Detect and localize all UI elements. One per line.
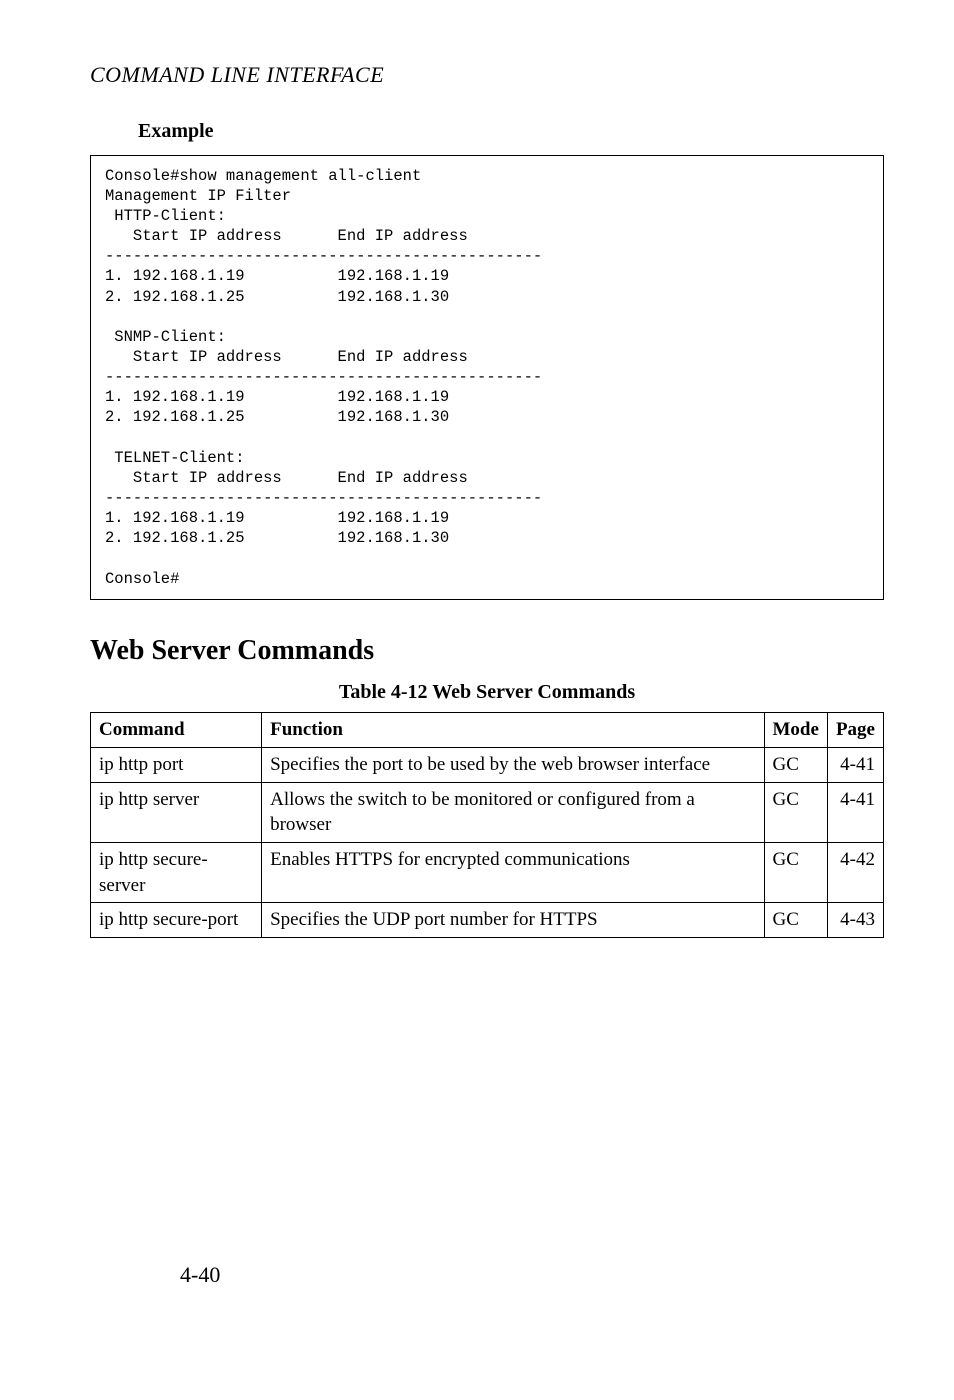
cell-mode: GC — [764, 748, 827, 783]
table-header-row: Command Function Mode Page — [91, 713, 884, 748]
console-line: Management IP Filter — [105, 187, 291, 205]
cell-page: 4-41 — [827, 782, 883, 842]
console-line: ----------------------------------------… — [105, 489, 542, 507]
cell-command: ip http port — [91, 748, 262, 783]
console-line: 1. 192.168.1.19 192.168.1.19 — [105, 267, 449, 285]
console-line: ----------------------------------------… — [105, 368, 542, 386]
cell-mode: GC — [764, 903, 827, 938]
console-line: 2. 192.168.1.25 192.168.1.30 — [105, 408, 449, 426]
cell-page: 4-42 — [827, 843, 883, 903]
console-line: Console# — [105, 570, 179, 588]
col-command: Command — [91, 713, 262, 748]
cell-function: Specifies the UDP port number for HTTPS — [262, 903, 764, 938]
page-number: 4-40 — [180, 1260, 220, 1290]
console-line: SNMP-Client: — [105, 328, 226, 346]
cell-command: ip http secure-port — [91, 903, 262, 938]
table-row: ip http server Allows the switch to be m… — [91, 782, 884, 842]
cell-command: ip http server — [91, 782, 262, 842]
console-line: ----------------------------------------… — [105, 247, 542, 265]
cell-page: 4-43 — [827, 903, 883, 938]
section-title: Web Server Commands — [90, 632, 884, 670]
console-line: 2. 192.168.1.25 192.168.1.30 — [105, 529, 449, 547]
console-line: Start IP address End IP address — [105, 348, 468, 366]
web-server-commands-table: Command Function Mode Page ip http port … — [90, 712, 884, 937]
console-output: Console#show management all-client Manag… — [90, 155, 884, 600]
table-row: ip http secure-port Specifies the UDP po… — [91, 903, 884, 938]
console-line: TELNET-Client: — [105, 449, 245, 467]
cell-mode: GC — [764, 843, 827, 903]
col-function: Function — [262, 713, 764, 748]
table-row: ip http secure-server Enables HTTPS for … — [91, 843, 884, 903]
console-line: 2. 192.168.1.25 192.168.1.30 — [105, 288, 449, 306]
cell-page: 4-41 — [827, 748, 883, 783]
example-heading: Example — [138, 118, 884, 145]
col-page: Page — [827, 713, 883, 748]
cell-function: Allows the switch to be monitored or con… — [262, 782, 764, 842]
cell-function: Enables HTTPS for encrypted communicatio… — [262, 843, 764, 903]
table-caption: Table 4-12 Web Server Commands — [90, 679, 884, 706]
console-line: Start IP address End IP address — [105, 469, 468, 487]
console-line: HTTP-Client: — [105, 207, 226, 225]
table-row: ip http port Specifies the port to be us… — [91, 748, 884, 783]
console-line: Console#show management all-client — [105, 167, 421, 185]
console-line: Start IP address End IP address — [105, 227, 468, 245]
col-mode: Mode — [764, 713, 827, 748]
cell-mode: GC — [764, 782, 827, 842]
console-line: 1. 192.168.1.19 192.168.1.19 — [105, 388, 449, 406]
cell-function: Specifies the port to be used by the web… — [262, 748, 764, 783]
console-line: 1. 192.168.1.19 192.168.1.19 — [105, 509, 449, 527]
running-header: COMMAND LINE INTERFACE — [90, 60, 884, 90]
cell-command: ip http secure-server — [91, 843, 262, 903]
